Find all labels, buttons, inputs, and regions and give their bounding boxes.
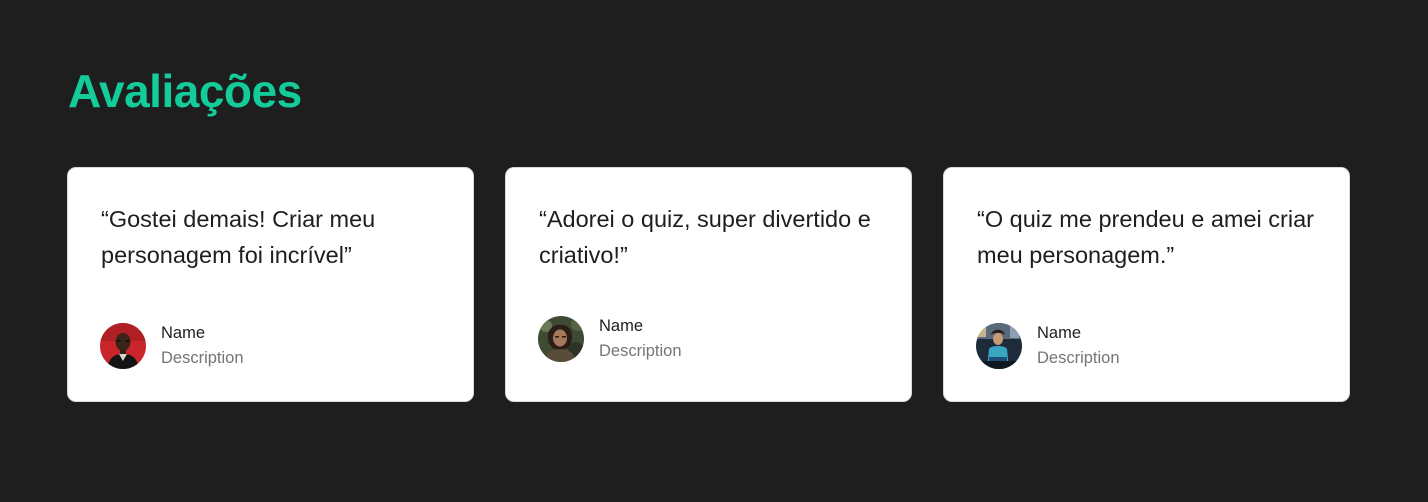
review-author: Name Description [538, 315, 682, 363]
person-avatar-icon [538, 316, 584, 362]
review-quote: “Gostei demais! Criar meu personagem foi… [101, 206, 376, 268]
review-author: Name Description [976, 322, 1120, 370]
avatar [976, 323, 1022, 369]
author-description: Description [161, 349, 244, 367]
review-quote: “O quiz me prendeu e amei criar meu pers… [977, 206, 1314, 268]
review-author: Name Description [100, 322, 244, 370]
avatar [100, 323, 146, 369]
avatar [538, 316, 584, 362]
author-description: Description [1037, 349, 1120, 367]
reviews-list: “Gostei demais! Criar meu personagem foi… [67, 167, 1350, 402]
author-name: Name [1037, 324, 1082, 342]
author-name: Name [161, 324, 206, 342]
person-avatar-icon [100, 323, 146, 369]
review-card: “Gostei demais! Criar meu personagem foi… [67, 167, 474, 402]
person-avatar-icon [976, 323, 1022, 369]
review-quote: “Adorei o quiz, super divertido e criati… [539, 206, 871, 268]
review-card: “O quiz me prendeu e amei criar meu pers… [943, 167, 1350, 402]
author-description: Description [599, 342, 682, 360]
author-name: Name [599, 317, 644, 335]
review-card: “Adorei o quiz, super divertido e criati… [505, 167, 912, 402]
section-title: Avaliações [68, 65, 302, 117]
